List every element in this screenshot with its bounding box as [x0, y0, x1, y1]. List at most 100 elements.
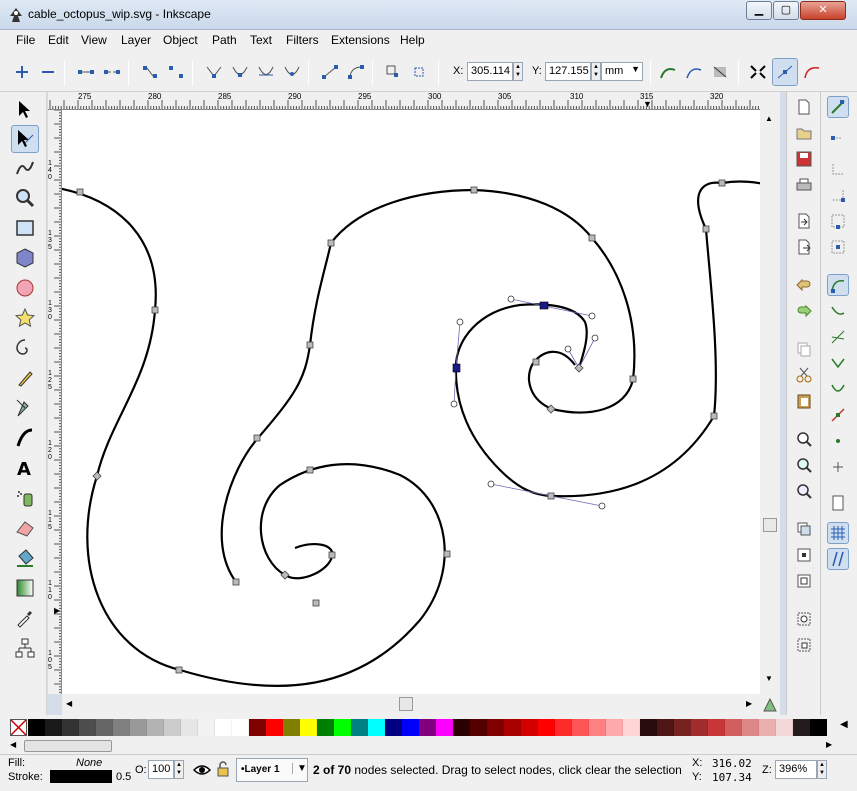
menu-file[interactable]: File	[16, 33, 35, 47]
palette-swatch[interactable]	[385, 719, 402, 736]
snap-grid-icon[interactable]	[827, 522, 849, 544]
palette-swatch[interactable]	[62, 719, 79, 736]
snap-nodes-icon[interactable]	[827, 274, 849, 296]
palette-swatch[interactable]	[487, 719, 504, 736]
palette-swatch[interactable]	[181, 719, 198, 736]
y-coordinate-input[interactable]: 127.155	[545, 62, 591, 81]
scroll-right-icon[interactable]: ▶	[826, 740, 832, 749]
snap-bbox-icon[interactable]	[827, 132, 849, 154]
scroll-thumb[interactable]	[763, 518, 777, 532]
menu-extensions[interactable]: Extensions	[331, 33, 390, 47]
palette-swatch[interactable]	[759, 719, 776, 736]
break-path-icon[interactable]	[100, 60, 124, 84]
palette-swatch[interactable]	[657, 719, 674, 736]
palette-swatch[interactable]	[147, 719, 164, 736]
menu-path[interactable]: Path	[212, 33, 237, 47]
palette-swatch[interactable]	[266, 719, 283, 736]
menu-layer[interactable]: Layer	[121, 33, 151, 47]
snap-bbox-edges-icon[interactable]	[827, 158, 849, 180]
snap-intersections-icon[interactable]	[827, 326, 849, 348]
rectangle-tool-icon[interactable]	[11, 214, 39, 242]
calligraphy-tool-icon[interactable]	[11, 424, 39, 452]
palette-swatch[interactable]	[470, 719, 487, 736]
eye-icon[interactable]	[192, 762, 212, 781]
insert-node-icon[interactable]	[10, 60, 34, 84]
zoom-tool-icon[interactable]	[11, 184, 39, 212]
snap-smooth-nodes-icon[interactable]	[827, 378, 849, 400]
minimize-button[interactable]: ▁	[746, 1, 772, 20]
snap-object-centers-icon[interactable]	[827, 430, 849, 452]
palette-swatch[interactable]	[589, 719, 606, 736]
stroke-to-path-icon[interactable]	[408, 60, 432, 84]
palette-menu-icon[interactable]: ◀	[840, 719, 848, 730]
menu-view[interactable]: View	[81, 33, 107, 47]
copy-icon[interactable]	[793, 338, 815, 360]
palette-swatch[interactable]	[96, 719, 113, 736]
star-tool-icon[interactable]	[11, 304, 39, 332]
palette-swatch[interactable]	[674, 719, 691, 736]
spiral-tool-icon[interactable]	[11, 334, 39, 362]
auto-smooth-node-icon[interactable]	[280, 60, 304, 84]
snap-cusp-nodes-icon[interactable]	[827, 352, 849, 374]
y-spinner[interactable]: ▲ ▼	[591, 62, 601, 81]
zoom-drawing-icon[interactable]	[793, 454, 815, 476]
palette-swatch[interactable]	[317, 719, 334, 736]
3d-box-tool-icon[interactable]	[11, 244, 39, 272]
cut-icon[interactable]	[793, 364, 815, 386]
snap-page-border-icon[interactable]	[827, 492, 849, 514]
unit-select[interactable]: mm ▼	[601, 62, 643, 81]
snap-bbox-corners-icon[interactable]	[827, 184, 849, 206]
palette-swatch[interactable]	[623, 719, 640, 736]
scroll-up-icon[interactable]: ▲	[765, 114, 773, 123]
clippath-edit-icon[interactable]	[682, 60, 706, 84]
show-outline-icon[interactable]	[800, 60, 824, 84]
pen-tool-icon[interactable]	[11, 394, 39, 422]
scroll-left-icon[interactable]: ◀	[10, 740, 16, 749]
fill-value[interactable]: None	[76, 757, 102, 769]
snap-enable-icon[interactable]	[827, 96, 849, 118]
pencil-tool-icon[interactable]	[11, 364, 39, 392]
join-nodes-icon[interactable]	[74, 60, 98, 84]
make-line-icon[interactable]	[318, 60, 342, 84]
snap-bbox-midpoints-icon[interactable]	[827, 210, 849, 232]
menu-edit[interactable]: Edit	[48, 33, 69, 47]
palette-swatch[interactable]	[113, 719, 130, 736]
connector-tool-icon[interactable]	[11, 634, 39, 662]
object-to-path-icon[interactable]	[382, 60, 406, 84]
duplicate-icon[interactable]	[793, 518, 815, 540]
vertical-scrollbar[interactable]: ▲ ▼	[760, 92, 780, 715]
ellipse-tool-icon[interactable]	[11, 274, 39, 302]
palette-swatch[interactable]	[368, 719, 385, 736]
eraser-tool-icon[interactable]	[11, 514, 39, 542]
new-document-icon[interactable]	[793, 96, 815, 118]
x-coordinate-input[interactable]: 305.114	[467, 62, 513, 81]
palette-swatch[interactable]	[79, 719, 96, 736]
paint-bucket-tool-icon[interactable]	[11, 544, 39, 572]
unlink-clone-icon[interactable]	[793, 570, 815, 592]
opacity-input[interactable]: 100	[148, 760, 174, 779]
palette-swatch[interactable]	[334, 719, 351, 736]
scroll-right-icon[interactable]: ▶	[746, 699, 752, 708]
palette-scrollbar[interactable]: ◀ ▶	[0, 739, 857, 754]
zoom-page-icon[interactable]	[793, 480, 815, 502]
snap-guides-icon[interactable]	[827, 548, 849, 570]
selector-tool-icon[interactable]	[11, 96, 39, 124]
palette-swatch[interactable]	[538, 719, 555, 736]
ungroup-icon[interactable]	[793, 634, 815, 656]
palette-swatch[interactable]	[793, 719, 810, 736]
palette-swatch[interactable]	[640, 719, 657, 736]
tweak-tool-icon[interactable]	[11, 154, 39, 182]
palette-swatch[interactable]	[45, 719, 62, 736]
gradient-tool-icon[interactable]	[11, 574, 39, 602]
delete-node-icon[interactable]	[36, 60, 60, 84]
menu-filters[interactable]: Filters	[286, 33, 319, 47]
palette-swatch[interactable]	[164, 719, 181, 736]
print-icon[interactable]	[793, 174, 815, 196]
palette-swatch[interactable]	[708, 719, 725, 736]
redo-icon[interactable]	[793, 300, 815, 322]
snap-rotation-center-icon[interactable]	[827, 456, 849, 478]
stroke-swatch[interactable]	[50, 770, 112, 783]
show-handles-icon[interactable]	[772, 58, 798, 86]
palette-swatch[interactable]	[283, 719, 300, 736]
close-button[interactable]: ✕	[800, 1, 846, 20]
